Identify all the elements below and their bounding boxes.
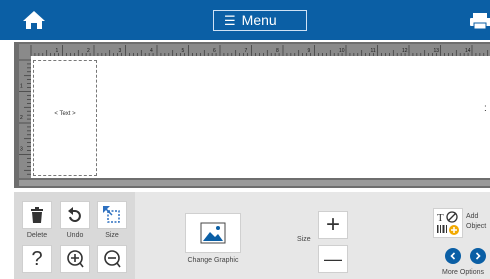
size-decrease-button[interactable]: —	[318, 245, 348, 273]
add-object-button[interactable]: T	[433, 208, 463, 238]
trash-icon	[31, 207, 43, 223]
delete-button[interactable]	[22, 201, 52, 229]
label-canvas[interactable]	[31, 56, 490, 178]
undo-label: Undo	[66, 232, 84, 239]
ruler-number: 13	[434, 48, 440, 54]
ruler-number: 1	[20, 84, 23, 90]
ruler-number: 2	[87, 48, 90, 54]
delete-label: Delete	[26, 232, 48, 239]
size-label: Size	[297, 236, 311, 243]
plus-icon: +	[325, 211, 340, 238]
help-button[interactable]: ?	[22, 245, 52, 273]
chevron-left-icon	[450, 252, 456, 260]
add-object-icon: T	[437, 211, 459, 235]
home-button[interactable]	[20, 8, 48, 32]
size-tool-label: Size	[105, 232, 119, 239]
print-button[interactable]	[468, 12, 490, 30]
ruler-number: 14	[465, 48, 471, 54]
size-tool-button[interactable]	[97, 201, 127, 229]
undo-button[interactable]	[60, 201, 90, 229]
question-icon: ?	[31, 247, 43, 270]
hamburger-icon: ☰	[224, 13, 236, 28]
ruler-number: 12	[402, 48, 408, 54]
label-preview[interactable]: < Text >	[33, 60, 97, 176]
zoom-out-icon	[104, 250, 121, 268]
ruler-number: 1	[56, 48, 59, 54]
ruler-number: 2	[20, 115, 23, 121]
more-options-label: More Options	[442, 269, 485, 276]
vertical-ruler: 1234	[19, 56, 31, 178]
horizontal-ruler: 1 2 3 4 5 6 7 8 9 10 11 12 13 14	[19, 44, 490, 56]
next-button[interactable]	[470, 248, 486, 264]
resize-icon	[103, 206, 120, 223]
ruler-number: 6	[213, 48, 216, 54]
ruler-number: 3	[119, 48, 122, 54]
undo-icon	[68, 207, 81, 222]
printer-icon	[470, 13, 490, 30]
zoom-out-button[interactable]	[97, 245, 127, 273]
change-graphic-button[interactable]	[185, 213, 241, 253]
chevron-right-icon	[475, 252, 481, 260]
zoom-in-button[interactable]	[60, 245, 90, 273]
ruler-number: 10	[339, 48, 345, 54]
zoom-in-icon	[67, 250, 84, 268]
ruler-number: 11	[371, 48, 376, 54]
ruler-number: 4	[150, 48, 153, 54]
home-icon	[23, 11, 45, 29]
menu-label: Menu	[241, 12, 277, 28]
canvas-more-icon[interactable]: :	[484, 104, 488, 124]
previous-button[interactable]	[445, 248, 461, 264]
ruler-number: 3	[20, 147, 23, 153]
ruler-number: 8	[276, 48, 279, 54]
size-increase-button[interactable]: +	[318, 211, 348, 239]
add-object-label: Add Object	[466, 213, 487, 230]
text-object[interactable]: < Text >	[34, 111, 96, 117]
horizontal-scrollbar[interactable]	[19, 180, 490, 186]
menu-button[interactable]: ☰ Menu	[213, 10, 307, 31]
image-icon	[200, 222, 226, 244]
ruler-number: 7	[245, 48, 248, 54]
minus-icon: —	[324, 248, 342, 269]
ruler-number: 5	[182, 48, 185, 54]
ruler-number: 9	[308, 48, 311, 54]
svg-text:T: T	[437, 212, 444, 224]
change-graphic-label: Change Graphic	[187, 257, 239, 264]
